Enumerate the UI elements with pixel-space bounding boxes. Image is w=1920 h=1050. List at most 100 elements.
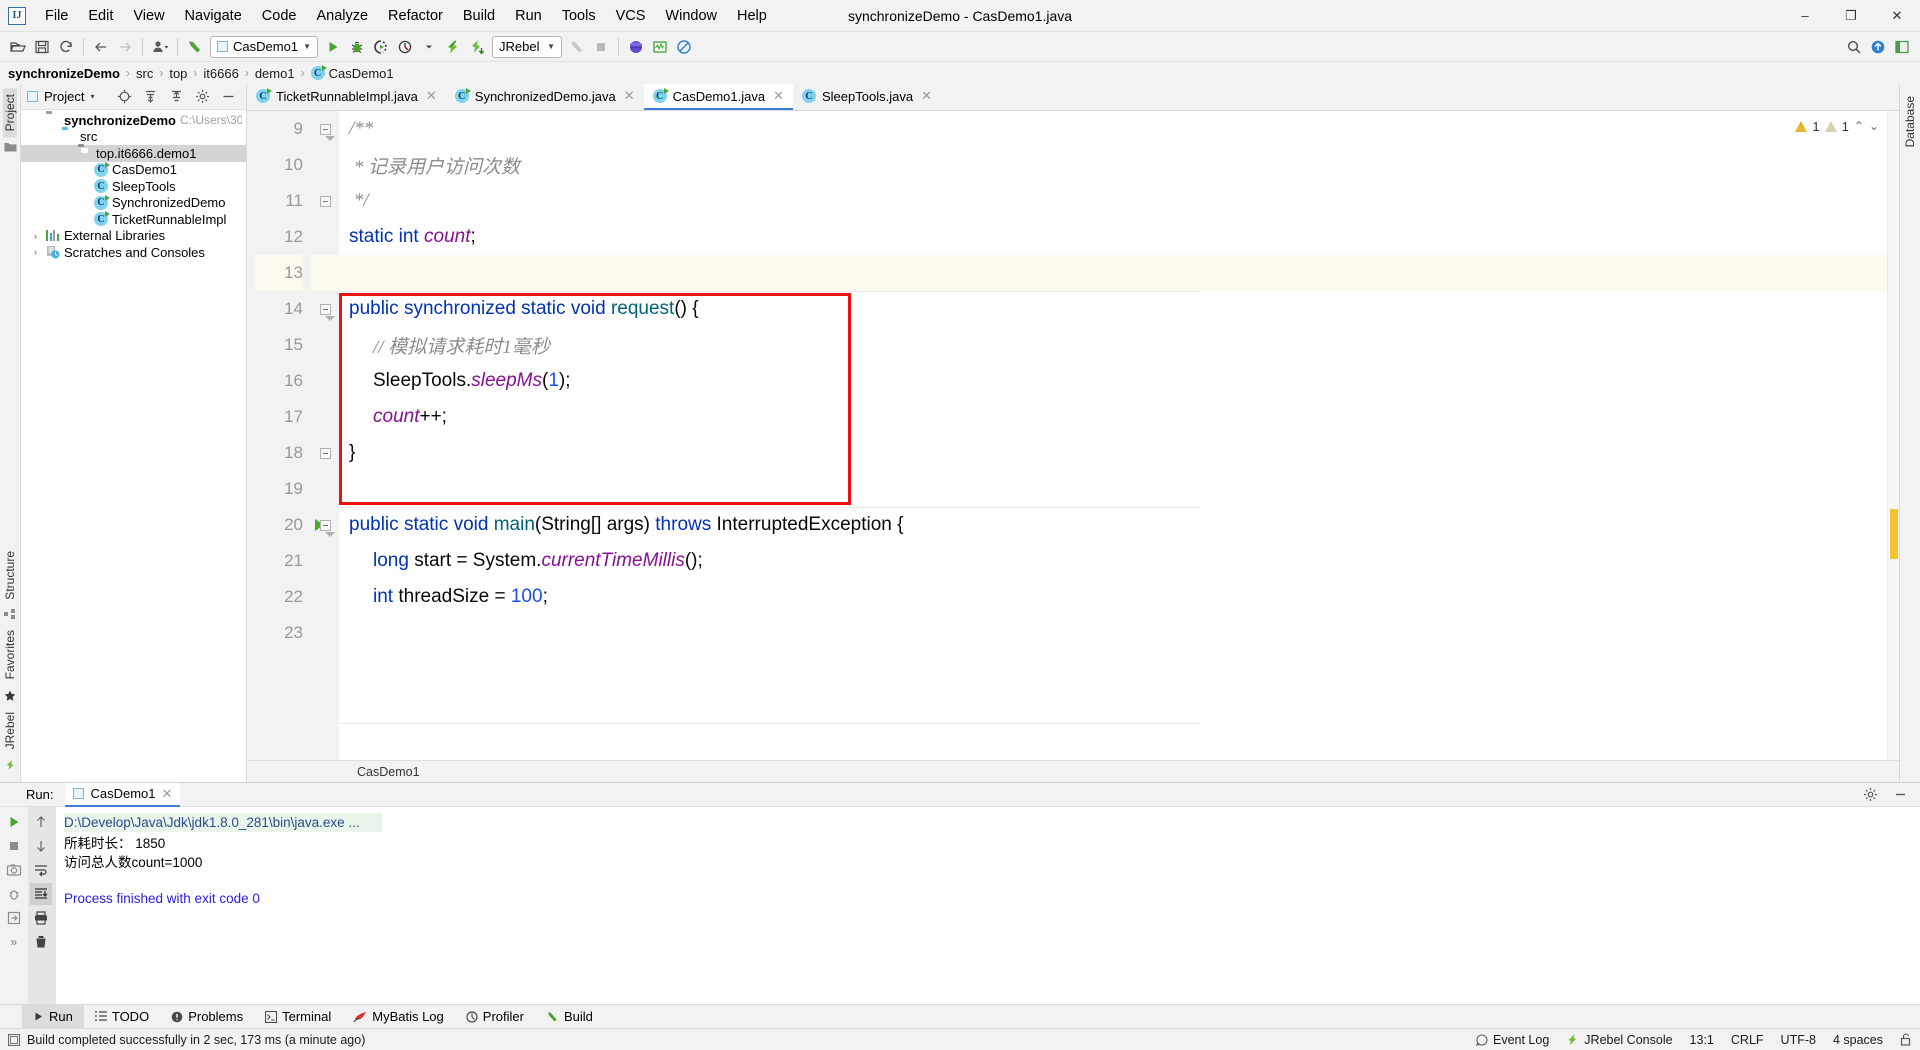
line-separator[interactable]: CRLF: [1731, 1033, 1764, 1047]
menu-edit[interactable]: Edit: [78, 3, 123, 29]
chevron-down-icon[interactable]: [417, 35, 441, 59]
close-icon[interactable]: ✕: [921, 88, 932, 104]
scroll-to-end-icon[interactable]: [30, 883, 52, 905]
breadcrumb-item-top[interactable]: top: [169, 66, 187, 81]
close-icon[interactable]: ✕: [624, 88, 635, 104]
chevron-right-icon[interactable]: ›: [29, 247, 42, 257]
chevron-right-icon[interactable]: ›: [29, 231, 42, 241]
code-line-22[interactable]: int threadSize = 100 ;: [339, 579, 1887, 615]
tree-node-TicketRunnableImpl[interactable]: C TicketRunnableImpl: [21, 211, 246, 228]
prev-problem-icon[interactable]: ⌃: [1854, 119, 1864, 133]
layout-icon[interactable]: [1890, 35, 1914, 59]
menu-view[interactable]: View: [123, 3, 174, 29]
menu-file[interactable]: File: [35, 3, 78, 29]
forward-arrow-icon[interactable]: [113, 35, 137, 59]
editor-tab-TicketRunnableImpl[interactable]: C TicketRunnableImpl.java ✕: [247, 84, 446, 110]
minimize-button[interactable]: –: [1782, 0, 1828, 32]
search-everywhere-icon[interactable]: [1842, 35, 1866, 59]
inspection-widget[interactable]: 1 1 ⌃ ⌄: [1795, 111, 1887, 141]
menu-window[interactable]: Window: [655, 3, 727, 29]
maximize-button[interactable]: ❐: [1828, 0, 1874, 32]
chevron-down-icon[interactable]: ⱟ: [45, 132, 58, 142]
run-console-output[interactable]: D:\Develop\Java\Jdk\jdk1.8.0_281\bin\jav…: [56, 807, 1920, 1004]
stop-icon[interactable]: [3, 835, 25, 857]
rerun-icon[interactable]: [3, 811, 25, 833]
run-play-icon[interactable]: [321, 35, 345, 59]
sync-icon[interactable]: [54, 35, 78, 59]
menu-tools[interactable]: Tools: [552, 3, 606, 29]
jrebel-console-button[interactable]: JRebel Console: [1566, 1033, 1672, 1047]
export-icon[interactable]: [3, 907, 25, 929]
soft-wrap-icon[interactable]: [30, 859, 52, 881]
fold-region[interactable]: [311, 183, 339, 219]
run-tab-CasDemo1[interactable]: CasDemo1 ✕: [65, 783, 180, 807]
caret-position[interactable]: 13:1: [1690, 1033, 1714, 1047]
profile-run-icon[interactable]: [393, 35, 417, 59]
tool-tab-problems[interactable]: Problems: [160, 1005, 254, 1029]
user-profile-icon[interactable]: [148, 35, 172, 59]
tree-node-external-libraries[interactable]: › External Libraries: [21, 228, 246, 245]
rail-database-button[interactable]: Database: [1903, 90, 1917, 153]
code-line-16[interactable]: SleepTools. sleepMs ( 1 );: [339, 363, 1887, 399]
file-encoding[interactable]: UTF-8: [1781, 1033, 1816, 1047]
back-arrow-icon[interactable]: [89, 35, 113, 59]
activity-monitor-icon[interactable]: [648, 35, 672, 59]
trash-icon[interactable]: [30, 931, 52, 953]
more-actions-icon[interactable]: »: [3, 931, 25, 953]
gear-icon[interactable]: [190, 85, 214, 109]
disable-icon[interactable]: [672, 35, 696, 59]
code-line-13[interactable]: [339, 255, 1887, 291]
database-icon[interactable]: [624, 35, 648, 59]
warning-marker[interactable]: [1890, 509, 1898, 559]
scroll-up-icon[interactable]: [30, 811, 52, 833]
gear-icon[interactable]: [1858, 783, 1882, 807]
menu-refactor[interactable]: Refactor: [378, 3, 453, 29]
open-folder-icon[interactable]: [6, 35, 30, 59]
tree-node-SynchronizedDemo[interactable]: C SynchronizedDemo: [21, 195, 246, 212]
code-text-area[interactable]: /** * 记录用户访问次数 */ static int count ; pub…: [339, 111, 1887, 760]
unlocked-icon[interactable]: [1900, 1033, 1912, 1046]
run-configuration-selector[interactable]: CasDemo1 ▼: [210, 36, 318, 58]
fold-collapse-icon[interactable]: [320, 520, 331, 531]
code-line-21[interactable]: long start = System. currentTimeMillis (…: [339, 543, 1887, 579]
editor-tab-CasDemo1[interactable]: C CasDemo1.java ✕: [644, 84, 793, 110]
updates-icon[interactable]: [1866, 35, 1890, 59]
jrebel-run-icon[interactable]: [441, 35, 465, 59]
close-icon[interactable]: ✕: [426, 88, 437, 104]
tree-node-package-top-it6666-demo1[interactable]: ⱟ top.it6666.demo1: [21, 145, 246, 162]
tool-tab-run[interactable]: Run: [22, 1005, 84, 1029]
hide-icon[interactable]: [216, 85, 240, 109]
fold-collapse-icon[interactable]: [320, 124, 331, 135]
breadcrumb-root[interactable]: synchronizeDemo: [8, 66, 120, 81]
code-line-9[interactable]: /**: [339, 111, 1887, 147]
chevron-down-icon[interactable]: ⱟ: [29, 115, 42, 125]
hammer-build-icon[interactable]: [183, 35, 207, 59]
editor-marker-gutter[interactable]: [1887, 111, 1899, 760]
fold-region[interactable]: [311, 507, 339, 543]
fold-collapse-icon[interactable]: [320, 304, 331, 315]
editor-tab-SleepTools[interactable]: C SleepTools.java ✕: [793, 84, 941, 110]
tool-tab-mybatis-log[interactable]: MyBatis Log: [342, 1005, 455, 1029]
scroll-down-icon[interactable]: [30, 835, 52, 857]
tree-node-SleepTools[interactable]: C SleepTools: [21, 178, 246, 195]
chevron-down-icon[interactable]: ⱟ: [61, 148, 74, 158]
code-line-18[interactable]: }: [339, 435, 1887, 471]
code-line-23[interactable]: [339, 615, 1887, 651]
editor-tab-SynchronizedDemo[interactable]: C SynchronizedDemo.java ✕: [446, 84, 644, 110]
rail-project-button[interactable]: Project: [3, 88, 17, 137]
jrebel-config-selector[interactable]: JRebel ▼: [492, 36, 562, 58]
rail-jrebel-button[interactable]: JRebel: [3, 706, 17, 755]
code-line-19[interactable]: [339, 471, 1887, 507]
breadcrumb-item-casdemo1[interactable]: CasDemo1: [329, 66, 394, 81]
breadcrumb-item-demo1[interactable]: demo1: [255, 66, 295, 81]
indent-setting[interactable]: 4 spaces: [1833, 1033, 1883, 1047]
code-line-15[interactable]: // 模拟请求耗时1毫秒: [339, 327, 1887, 363]
menu-help[interactable]: Help: [727, 3, 777, 29]
fold-collapse-icon[interactable]: [320, 196, 331, 207]
close-icon[interactable]: ✕: [162, 786, 173, 802]
tree-node-scratches-and-consoles[interactable]: › Scratches and Consoles: [21, 244, 246, 261]
tool-tab-build[interactable]: Build: [535, 1005, 604, 1029]
debug-bug-icon[interactable]: [345, 35, 369, 59]
minimize-icon[interactable]: [1888, 783, 1912, 807]
thread-dump-icon[interactable]: [3, 883, 25, 905]
